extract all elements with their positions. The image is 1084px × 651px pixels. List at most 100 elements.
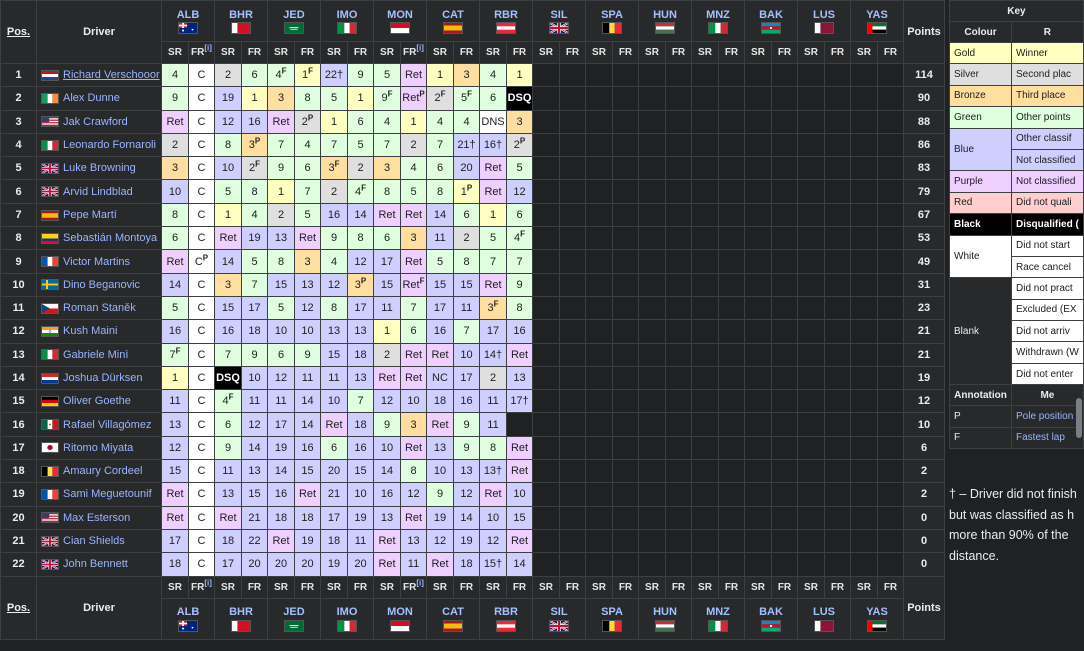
key-row: Blue Other classif [949, 127, 1084, 172]
driver-name-cell[interactable]: Alex Dunne [36, 86, 162, 111]
round-footer-cat[interactable]: CAT [426, 597, 480, 640]
result-value: 18 [354, 418, 367, 431]
round-footer-alb[interactable]: ALB [161, 597, 215, 640]
driver-name-link[interactable]: Kush Maini [63, 325, 117, 337]
driver-name-link[interactable]: Jak Crawford [63, 116, 128, 128]
empty-result-cell [691, 365, 719, 391]
result-cell: 19 [294, 528, 321, 554]
driver-name-link[interactable]: Roman Staněk [63, 302, 136, 314]
driver-name-link[interactable]: Oliver Goethe [63, 395, 131, 407]
round-footer-yas[interactable]: YAS [850, 597, 904, 640]
annotation-meaning-link[interactable]: Fastest lap [1011, 426, 1084, 450]
fr-note-link[interactable]: [i] [204, 44, 212, 53]
driver-name-cell[interactable]: Victor Martins [36, 249, 162, 274]
round-spa[interactable]: SPA [585, 0, 639, 42]
driver-name-cell[interactable]: Joshua Dürksen [36, 365, 162, 391]
round-alb[interactable]: ALB [161, 0, 215, 42]
driver-name-cell[interactable]: Dino Beganovic [36, 272, 162, 297]
driver-name-link[interactable]: Richard Verschooor [63, 69, 160, 81]
empty-result-cell [744, 295, 772, 321]
sr-header: SR [850, 41, 878, 64]
round-footer-bak[interactable]: BAK [744, 597, 798, 640]
driver-name-link[interactable]: Ritomo Miyata [63, 442, 133, 454]
driver-name-link[interactable]: Dino Beganovic [63, 279, 140, 291]
round-footer-hun[interactable]: HUN [638, 597, 692, 640]
empty-result-cell [797, 295, 825, 321]
driver-name-link[interactable]: Gabriele Minì [63, 349, 128, 361]
empty-result-cell [691, 319, 719, 344]
empty-result-cell [559, 389, 586, 414]
driver-name-cell[interactable]: Kush Maini [36, 319, 162, 344]
round-hun[interactable]: HUN [638, 0, 692, 42]
driver-name-cell[interactable]: Sebastián Montoya [36, 226, 162, 251]
round-footer-spa[interactable]: SPA [585, 597, 639, 640]
driver-name-link[interactable]: Cian Shields [63, 535, 125, 547]
result-cell: C [188, 389, 215, 414]
result-value: 7 [383, 139, 391, 152]
round-imo[interactable]: IMO [320, 0, 374, 42]
round-footer-mnz[interactable]: MNZ [691, 597, 745, 640]
driver-name-link[interactable]: Amaury Cordeel [63, 465, 142, 477]
round-footer-mon[interactable]: MON [373, 597, 427, 640]
round-sil[interactable]: SIL [532, 0, 586, 42]
driver-name-cell[interactable]: Pepe Martí [36, 202, 162, 228]
result-cell: 3 [400, 226, 427, 251]
annotation-meaning-link[interactable]: Pole position [1011, 405, 1084, 428]
round-mon[interactable]: MON [373, 0, 427, 42]
result-cell: 2 [161, 132, 189, 158]
round-cat[interactable]: CAT [426, 0, 480, 42]
driver-name-cell[interactable]: Amaury Cordeel [36, 459, 162, 484]
driver-name-cell[interactable]: Jak Crawford [36, 109, 162, 134]
driver-name-cell[interactable]: Max Esterson [36, 505, 162, 530]
driver-name-cell[interactable]: Gabriele Minì [36, 342, 162, 367]
driver-name-link[interactable]: Alex Dunne [63, 92, 120, 104]
driver-name-cell[interactable]: Luke Browning [36, 156, 162, 181]
round-footer-bhr[interactable]: BHR [214, 597, 268, 640]
driver-name-cell[interactable]: Ritomo Miyata [36, 435, 162, 461]
round-rbr[interactable]: RBR [479, 0, 533, 42]
driver-name-link[interactable]: John Bennett [63, 558, 128, 570]
round-footer-lus[interactable]: LUS [797, 597, 851, 640]
driver-name-link[interactable]: Leonardo Fornaroli [63, 139, 156, 151]
round-footer-jed[interactable]: JED [267, 597, 321, 640]
driver-name-link[interactable]: Max Esterson [63, 512, 130, 524]
result-cell: 16 [161, 319, 189, 344]
driver-name-link[interactable]: Victor Martins [63, 256, 130, 268]
driver-name-link[interactable]: Arvid Lindblad [63, 186, 133, 198]
round-footer-sil[interactable]: SIL [532, 597, 586, 640]
scrollbar-thumb[interactable] [1076, 398, 1082, 438]
round-yas[interactable]: YAS [850, 0, 904, 42]
fr-note-link[interactable]: [i] [416, 44, 424, 53]
driver-name-cell[interactable]: John Bennett [36, 552, 162, 577]
fr-note-link[interactable]: [i] [416, 578, 424, 587]
driver-name-link[interactable]: Joshua Dürksen [63, 372, 143, 384]
driver-name-cell[interactable]: Roman Staněk [36, 295, 162, 321]
empty-result-cell [824, 412, 851, 437]
italy-flag [337, 22, 357, 35]
round-lus[interactable]: LUS [797, 0, 851, 42]
driver-name-cell[interactable]: Rafael Villagómez [36, 412, 162, 437]
sr-footer: SR [532, 575, 560, 599]
driver-name-link[interactable]: Rafael Villagómez [63, 419, 151, 431]
empty-result-cell [850, 459, 878, 484]
driver-name-link[interactable]: Sami Meguetounif [63, 488, 152, 500]
round-footer-rbr[interactable]: RBR [479, 597, 533, 640]
round-jed[interactable]: JED [267, 0, 321, 42]
belgium-flag [602, 22, 622, 35]
driver-name-cell[interactable]: Arvid Lindblad [36, 179, 162, 204]
driver-name-link[interactable]: Pepe Martí [63, 209, 117, 221]
driver-name-cell[interactable]: Leonardo Fornaroli [36, 132, 162, 158]
driver-name-link[interactable]: Luke Browning [63, 162, 136, 174]
round-mnz[interactable]: MNZ [691, 0, 745, 42]
round-bak[interactable]: BAK [744, 0, 798, 42]
round-footer-imo[interactable]: IMO [320, 597, 374, 640]
driver-name-cell[interactable]: Richard Verschooor [36, 62, 162, 88]
driver-name-cell[interactable]: Cian Shields [36, 528, 162, 554]
driver-name-cell[interactable]: Sami Meguetounif [36, 482, 162, 507]
fr-note-link[interactable]: [i] [204, 578, 212, 587]
result-cell: 15 [320, 342, 348, 367]
result-value: 10 [407, 395, 420, 408]
driver-name-cell[interactable]: Oliver Goethe [36, 389, 162, 414]
round-bhr[interactable]: BHR [214, 0, 268, 42]
driver-name-link[interactable]: Sebastián Montoya [63, 232, 157, 244]
